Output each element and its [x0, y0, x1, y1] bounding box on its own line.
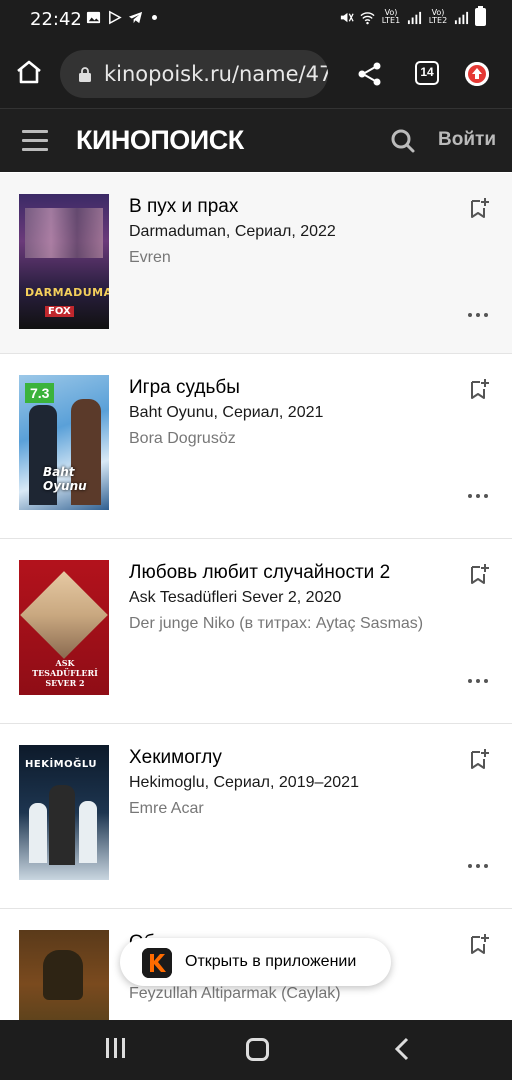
kinopoisk-app-icon: [142, 948, 172, 978]
site-header: КИНОПОИСК Войти: [0, 108, 512, 172]
film-title[interactable]: Игра судьбы: [129, 377, 240, 399]
film-role: Feyzullah Altiparmak (Caylak): [129, 985, 341, 1002]
update-icon[interactable]: [465, 62, 489, 86]
film-subtitle: Hekimoglu, Сериал, 2019–2021: [129, 774, 359, 791]
telegram-icon: [128, 11, 143, 24]
sim2-label: Vo) LTE2: [428, 8, 448, 25]
hamburger-menu-icon[interactable]: [22, 130, 48, 152]
open-in-app-button[interactable]: Открыть в приложении: [120, 938, 391, 986]
film-subtitle: Baht Oyunu, Сериал, 2021: [129, 404, 324, 421]
film-item[interactable]: HEKİMOĞLU Хекимоглу Hekimoglu, Сериал, 2…: [0, 724, 512, 909]
battery-icon: [475, 6, 486, 26]
login-button[interactable]: Войти: [438, 129, 496, 151]
share-icon[interactable]: [356, 60, 384, 88]
film-poster[interactable]: HEKİMOĞLU: [19, 745, 109, 880]
back-icon[interactable]: [392, 1037, 412, 1061]
system-navigation-bar: [0, 1020, 512, 1080]
film-role: Emre Acar: [129, 800, 204, 817]
poster-title: ASK TESADÜFLERİ SEVER 2: [32, 658, 98, 688]
signal-1-icon: [407, 11, 422, 24]
notification-icons: [86, 10, 157, 25]
poster-title: Baht Oyunu: [43, 465, 87, 493]
url-text: kinopoisk.ru/name/47: [104, 62, 328, 86]
play-store-icon: [109, 10, 122, 25]
status-bar: 22:42 Vo) LTE1 Vo) LTE2: [0, 0, 512, 38]
recent-apps-icon[interactable]: [106, 1038, 126, 1060]
more-options-icon[interactable]: [468, 864, 492, 870]
film-item[interactable]: 7.3 Baht Oyunu Игра судьбы Baht Oyunu, С…: [0, 354, 512, 539]
bookmark-add-icon[interactable]: [470, 563, 490, 585]
open-in-app-label: Открыть в приложении: [185, 953, 357, 970]
poster-title: HEKİMOĞLU: [25, 759, 97, 770]
poster-title: DARMADUMAN: [25, 286, 109, 299]
mute-icon: [340, 12, 354, 22]
film-item[interactable]: DARMADUMAN FOX В пух и прах Darmaduman, …: [0, 173, 512, 354]
bookmark-add-icon[interactable]: [470, 748, 490, 770]
gallery-icon: [86, 11, 101, 24]
more-options-icon[interactable]: [468, 679, 492, 685]
film-title[interactable]: В пух и прах: [129, 196, 238, 218]
film-poster[interactable]: 7.3 Baht Oyunu: [19, 375, 109, 510]
bookmark-add-icon[interactable]: [470, 378, 490, 400]
film-role: Bora Dogrusöz: [129, 430, 236, 447]
film-item[interactable]: ASK TESADÜFLERİ SEVER 2 Любовь любит слу…: [0, 539, 512, 724]
rating-badge: 7.3: [25, 383, 55, 403]
browser-toolbar: kinopoisk.ru/name/47 14: [0, 38, 512, 108]
address-bar[interactable]: kinopoisk.ru/name/47: [60, 50, 328, 98]
signal-2-icon: [454, 11, 469, 24]
film-role: Der junge Niko (в титрах: Aytaç Sasmas): [129, 615, 424, 632]
film-subtitle: Darmaduman, Сериал, 2022: [129, 223, 336, 240]
bookmark-add-icon[interactable]: [470, 197, 490, 219]
sim1-label: Vo) LTE1: [381, 8, 401, 25]
film-poster[interactable]: ASK TESADÜFLERİ SEVER 2: [19, 560, 109, 695]
more-options-icon[interactable]: [468, 494, 492, 500]
kinopoisk-logo[interactable]: КИНОПОИСК: [76, 125, 244, 156]
status-time: 22:42: [30, 9, 82, 30]
more-notifications-dot: [152, 15, 157, 20]
system-icons: Vo) LTE1 Vo) LTE2: [339, 6, 486, 26]
more-options-icon[interactable]: [468, 313, 492, 319]
bookmark-add-icon[interactable]: [470, 933, 490, 955]
search-icon[interactable]: [390, 128, 416, 154]
wifi-icon: [360, 11, 375, 24]
film-title[interactable]: Хекимоглу: [129, 747, 222, 769]
tab-switcher-button[interactable]: 14: [415, 61, 439, 85]
home-icon[interactable]: [14, 57, 44, 87]
home-button-icon[interactable]: [246, 1038, 269, 1061]
film-poster[interactable]: DARMADUMAN FOX: [19, 194, 109, 329]
film-title[interactable]: Любовь любит случайности 2: [129, 562, 390, 584]
film-subtitle: Ask Tesadüfleri Sever 2, 2020: [129, 589, 342, 606]
poster-channel: FOX: [45, 306, 74, 317]
film-role: Evren: [129, 249, 171, 266]
lock-icon: [79, 67, 91, 82]
